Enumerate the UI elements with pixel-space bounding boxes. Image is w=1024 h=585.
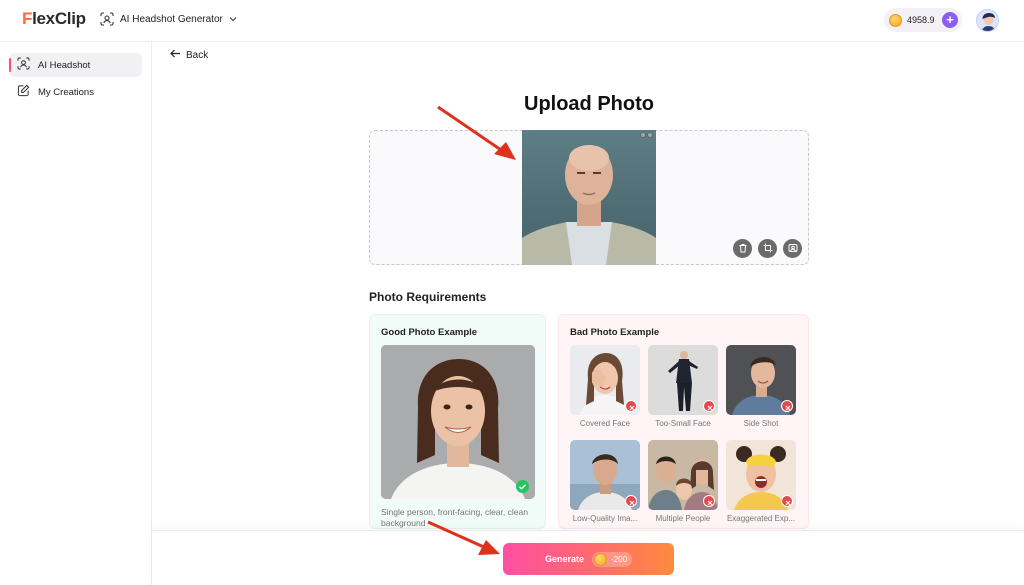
x-icon	[781, 495, 793, 507]
bad-example-exaggerated-expression: Exaggerated Exp...	[726, 440, 796, 523]
page-title: Upload Photo	[524, 93, 654, 115]
arrow-left-icon	[170, 49, 181, 61]
good-card-title: Good Photo Example	[381, 327, 478, 338]
replace-photo-icon	[788, 240, 798, 258]
good-photo-card: Good Photo Example Single person, front-…	[369, 314, 546, 529]
bad-example-label: Low-Quality Ima...	[572, 514, 638, 523]
x-icon	[703, 495, 715, 507]
bad-example-covered-face: Covered Face	[570, 345, 640, 428]
bad-example-label: Multiple People	[655, 514, 711, 523]
generate-button[interactable]: Generate -200	[503, 543, 674, 575]
replace-photo-button[interactable]	[783, 239, 802, 258]
bad-example-side-shot: Side Shot	[726, 345, 796, 428]
good-example-image	[381, 345, 535, 499]
credits-amount: 4958.9	[907, 15, 935, 25]
photo-toolbar	[733, 239, 802, 258]
bad-photo-card: Bad Photo Example Covered Face Too-Small…	[558, 314, 809, 529]
back-button[interactable]: Back	[170, 49, 208, 61]
plus-icon: +	[946, 12, 954, 27]
avatar[interactable]	[976, 9, 999, 32]
check-icon	[516, 480, 529, 493]
tool-switcher[interactable]: AI Headshot Generator	[100, 12, 237, 26]
generate-cost-badge: -200	[592, 551, 633, 567]
delete-photo-button[interactable]	[733, 239, 752, 258]
upload-dropzone[interactable]	[369, 130, 809, 265]
logo-mark: F	[22, 9, 33, 28]
back-label: Back	[186, 49, 209, 61]
coin-icon	[889, 13, 902, 27]
sidebar-item-ai-headshot[interactable]: AI Headshot	[9, 53, 142, 77]
face-scan-icon	[17, 57, 30, 73]
tool-name: AI Headshot Generator	[120, 13, 223, 25]
bad-example-multiple-people: Multiple People	[648, 440, 718, 523]
coin-icon	[594, 552, 607, 566]
uploaded-photo	[522, 130, 656, 265]
sidebar-item-label: My Creations	[38, 86, 94, 98]
bad-card-title: Bad Photo Example	[570, 327, 660, 338]
add-credits-button[interactable]: +	[942, 12, 958, 28]
crop-icon	[763, 240, 773, 258]
bad-example-too-small-face: Too-Small Face	[648, 345, 718, 428]
generate-label: Generate	[544, 554, 584, 564]
edit-icon	[17, 84, 30, 100]
credits-pill: 4958.9 +	[884, 8, 962, 32]
sidebar-item-my-creations[interactable]: My Creations	[9, 80, 142, 104]
bad-example-label: Side Shot	[743, 419, 779, 428]
crop-photo-button[interactable]	[758, 239, 777, 258]
bad-example-label: Covered Face	[579, 419, 631, 428]
bad-example-label: Exaggerated Exp...	[726, 514, 796, 523]
sidebar-item-label: AI Headshot	[38, 59, 91, 71]
bad-example-low-quality: Low-Quality Ima...	[570, 440, 640, 523]
x-icon	[703, 400, 715, 412]
good-example-caption: Single person, front-facing, clear, clea…	[381, 507, 528, 528]
requirements-title: Photo Requirements	[369, 290, 487, 304]
x-icon	[781, 400, 793, 412]
photo-indicator	[640, 132, 653, 138]
trash-icon	[738, 240, 748, 258]
sidebar: AI Headshot My Creations	[0, 42, 152, 585]
bad-example-label: Too-Small Face	[655, 419, 711, 428]
chevron-down-icon	[229, 16, 237, 22]
generate-cost: -200	[611, 554, 628, 564]
face-scan-icon	[100, 12, 114, 26]
top-bar: FlexClip AI Headshot Generator 4958.9 +	[0, 0, 1024, 42]
x-icon	[625, 495, 637, 507]
flexclip-logo[interactable]: FlexClip	[22, 9, 86, 29]
logo-text: lexClip	[32, 9, 86, 28]
x-icon	[625, 400, 637, 412]
